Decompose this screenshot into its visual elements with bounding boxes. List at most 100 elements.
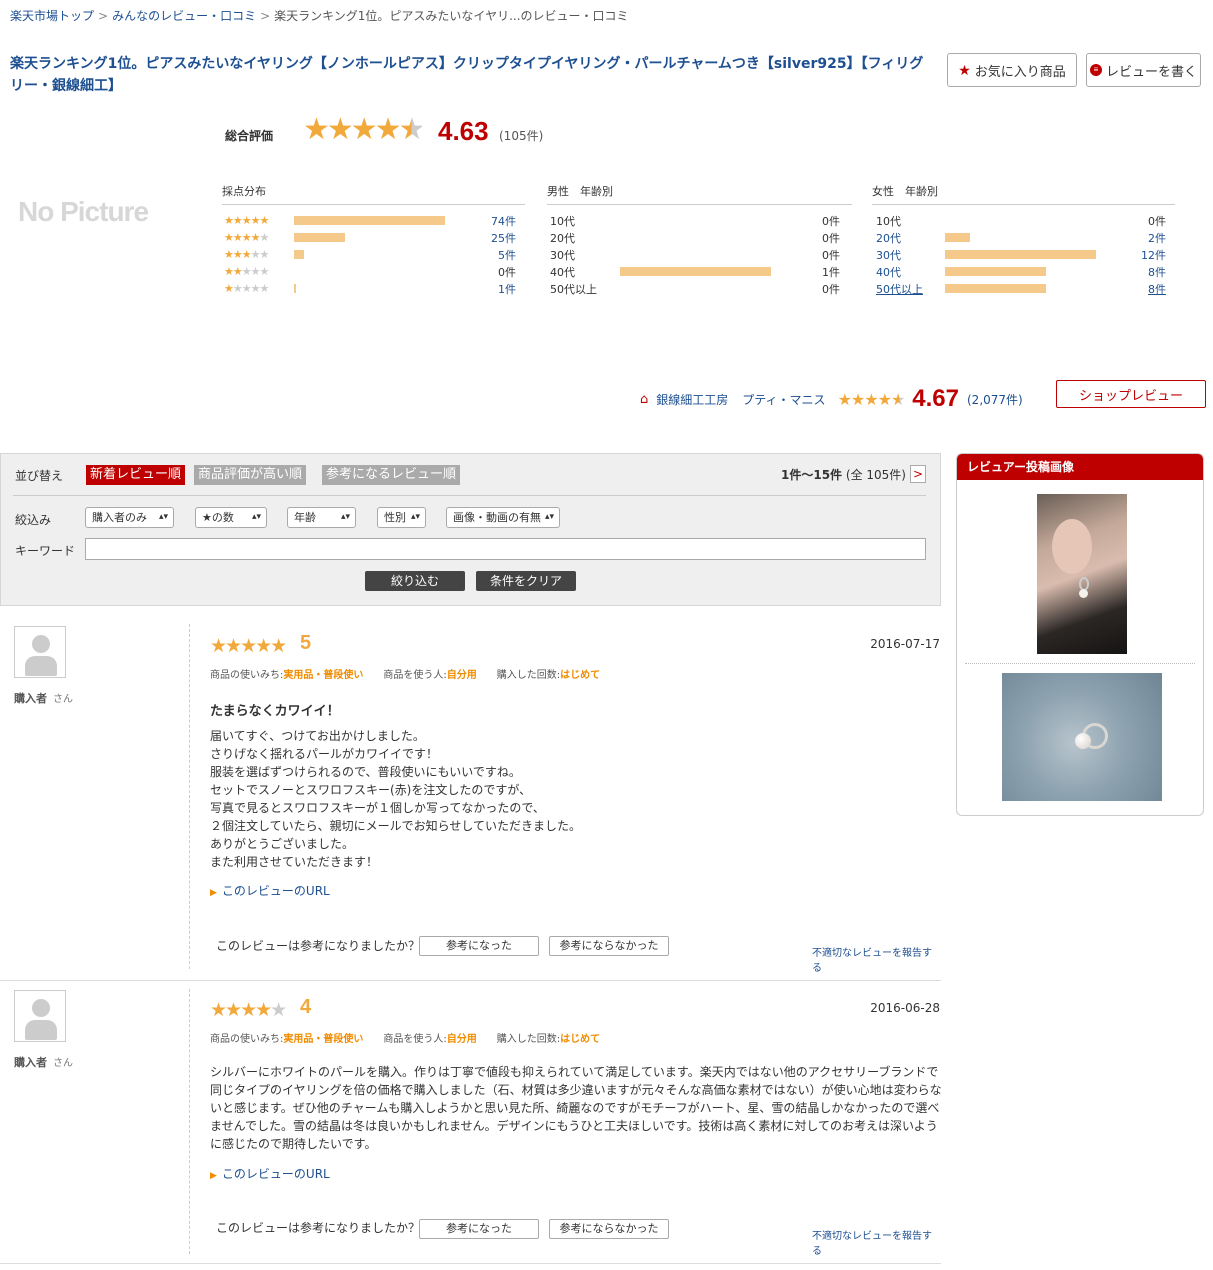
reviewer-name-text: 購入者 [14, 692, 47, 705]
times-label: 購入した回数: [496, 1034, 561, 1045]
reviewer-image-earring[interactable] [1002, 673, 1162, 801]
distribution-count[interactable]: 1件 [476, 281, 516, 297]
female-age-count[interactable]: 8件 [1126, 264, 1166, 280]
distribution-count[interactable]: 74件 [476, 213, 516, 229]
female-age-count: 0件 [1148, 214, 1166, 228]
clear-filter-button[interactable]: 条件をクリア [476, 571, 576, 591]
gender-select[interactable]: 性別 ▴▾ [377, 507, 426, 528]
female-age-label: 40代 [876, 265, 901, 279]
overall-rating-score: 4.63 [438, 116, 489, 146]
shop-name-link[interactable]: 銀線細工工房 [656, 391, 728, 408]
male-age-label: 20代 [550, 231, 575, 245]
reviewer-images-panel: レビュアー投稿画像 [956, 453, 1204, 816]
review-body-line: ２個注文していたら、親切にメールでお知らせしていただきました。 [210, 819, 582, 833]
review-meta: 商品の使いみち:実用品・普段使い 商品を使う人:自分用 購入した回数:はじめて [210, 1030, 600, 1045]
media-select-value: 画像・動画の有無 [453, 511, 541, 524]
apply-filter-button[interactable]: 絞り込む [365, 571, 465, 591]
helpful-no-button[interactable]: 参考にならなかった [549, 936, 669, 956]
female-age-count[interactable]: 12件 [1126, 247, 1166, 263]
sort-label: 並び替え [15, 469, 64, 483]
sort-newest-button[interactable]: 新着レビュー順 [86, 465, 186, 485]
female-age-bar [945, 267, 1046, 276]
review-url-label: このレビューのURL [221, 1167, 330, 1181]
breadcrumb-home-link[interactable]: 楽天市場トップ [10, 9, 94, 23]
shop-subname-link[interactable]: プティ・マニス [742, 391, 825, 408]
sort-helpful-button[interactable]: 参考になるレビュー順 [322, 465, 461, 485]
distribution-stars: ★★★★★ [224, 248, 269, 261]
age-select[interactable]: 年齢 ▴▾ [287, 507, 356, 528]
review-body-line: セットでスノーとスワロフスキー(赤)を注文したのですが、 [210, 783, 532, 797]
report-review-link[interactable]: 不適切なレビューを報告する [812, 944, 941, 974]
male-age-row: 20代 0件 [550, 229, 842, 246]
product-no-picture: No Picture [18, 196, 149, 227]
sort-rating-button[interactable]: 商品評価が高い順 [194, 465, 307, 485]
review-body-line: また利用させていただきます！ [210, 855, 379, 869]
female-age-title: 女性 年齢別 [872, 183, 1175, 205]
favorite-button[interactable]: ★ お気に入り商品 [947, 53, 1077, 87]
review-url-link[interactable]: ▶ このレビューのURL [210, 1165, 330, 1182]
reviewer-image-ear[interactable] [1037, 494, 1127, 654]
reviewer-honorific: さん [53, 1058, 73, 1069]
male-age-label: 50代以上 [550, 282, 597, 296]
reviewer-name-text: 購入者 [14, 1056, 47, 1069]
distribution-bar [294, 250, 305, 259]
helpful-question: このレビューは参考になりましたか？ [216, 939, 421, 953]
review-url-link[interactable]: ▶ このレビューのURL [210, 882, 330, 899]
review-body-line: シルバーにホワイトのパールを購入。作りは丁寧で値段も抑えられていて満足しています… [210, 1065, 942, 1151]
review-body: シルバーにホワイトのパールを購入。作りは丁寧で値段も抑えられていて満足しています… [210, 1063, 942, 1153]
helpful-yes-button[interactable]: 参考になった [419, 936, 539, 956]
female-age-bar [945, 250, 1096, 259]
select-arrows-icon: ▴▾ [410, 512, 420, 522]
female-age-count[interactable]: 8件 [1126, 281, 1166, 297]
female-age-label: 10代 [876, 214, 901, 228]
shop-review-button[interactable]: ショップレビュー [1056, 380, 1206, 408]
female-age-label[interactable]: 50代以上 [876, 281, 923, 297]
overall-rating-label: 総合評価 [225, 129, 274, 143]
star-count-select[interactable]: ★の数 ▴▾ [195, 507, 267, 528]
result-range-total: (全 105件) [845, 468, 906, 482]
reviewer-name: 購入者 さん [14, 690, 73, 706]
select-arrows-icon: ▴▾ [251, 512, 261, 522]
next-page-button[interactable]: > [910, 465, 926, 483]
reviewer-honorific: さん [53, 694, 73, 705]
user-value: 自分用 [446, 670, 477, 681]
report-review-link[interactable]: 不適切なレビューを報告する [812, 1227, 941, 1257]
distribution-count[interactable]: 5件 [476, 247, 516, 263]
keyword-input[interactable] [85, 538, 926, 560]
times-label: 購入した回数: [496, 670, 561, 681]
distribution-bar [294, 233, 345, 242]
product-title-link[interactable]: 楽天ランキング1位。ピアスみたいなイヤリング【ノンホールピアス】クリップタイプイ… [10, 53, 935, 97]
usage-label: 商品の使いみち: [210, 670, 284, 681]
distribution-stars: ★★★★★ [224, 214, 269, 227]
buyer-select-value: 購入者のみ [92, 511, 147, 524]
distribution-stars: ★★★★★ [224, 282, 269, 295]
shop-rating-stars: ★★★★★ [837, 389, 906, 409]
helpful-yes-button[interactable]: 参考になった [419, 1219, 539, 1239]
media-select[interactable]: 画像・動画の有無 ▴▾ [446, 507, 560, 528]
home-icon: ⌂ [640, 391, 649, 407]
review-date: 2016-06-28 [870, 1001, 940, 1015]
female-age-row: 40代 8件 [876, 263, 1168, 280]
male-age-count: 0件 [822, 282, 840, 296]
review-body-line: さりげなく揺れるパールがカワイイです！ [210, 747, 439, 761]
review-rating-stars: ★★★★★ [210, 635, 287, 657]
female-age-row: 10代 0件 [876, 212, 1168, 229]
usage-value: 実用品・普段使い [283, 1034, 364, 1045]
write-review-button[interactable]: ≡ レビューを書く [1086, 53, 1201, 87]
breadcrumb-reviews-link[interactable]: みんなのレビュー・口コミ [112, 9, 256, 23]
user-value: 自分用 [446, 1034, 477, 1045]
female-age-count[interactable]: 2件 [1126, 230, 1166, 246]
helpful-no-button[interactable]: 参考にならなかった [549, 1219, 669, 1239]
female-age-label: 30代 [876, 248, 901, 262]
female-age-row: 20代 2件 [876, 229, 1168, 246]
star-count-select-value: ★の数 [202, 511, 234, 524]
review-body-line: ありがとうございました。 [210, 837, 355, 851]
review-date: 2016-07-17 [870, 637, 940, 651]
distribution-count[interactable]: 25件 [476, 230, 516, 246]
distribution-stars: ★★★★★ [224, 265, 269, 278]
shop-score: 4.67 [912, 385, 959, 412]
user-label: 商品を使う人: [383, 670, 447, 681]
favorite-button-label: お気に入り商品 [974, 63, 1066, 79]
review-url-label: このレビューのURL [221, 884, 330, 898]
buyer-select[interactable]: 購入者のみ ▴▾ [85, 507, 174, 528]
